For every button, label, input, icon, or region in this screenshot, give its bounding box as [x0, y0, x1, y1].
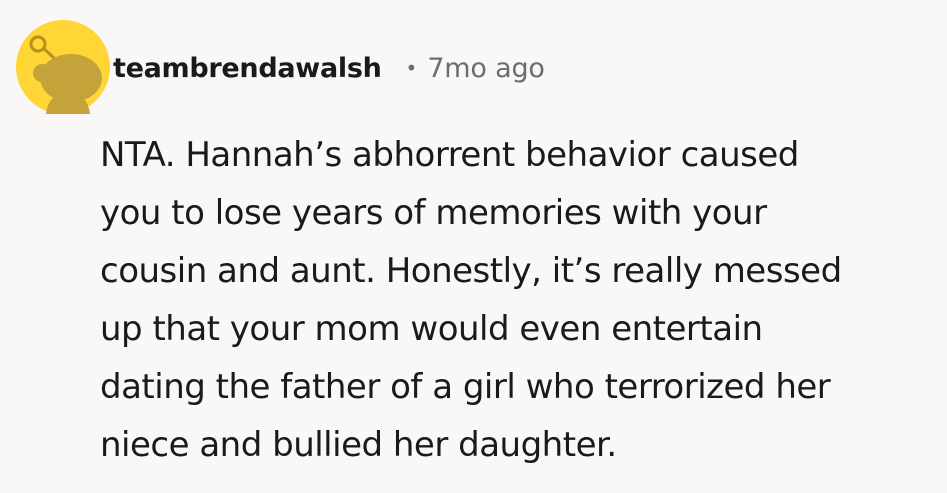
comment-body-line: niece and bullied her daughter.	[100, 425, 617, 465]
comment: teambrendawalsh • 7mo ago NTA. Hannah’s …	[0, 0, 947, 493]
comment-body-line: cousin and aunt. Honestly, it’s really m…	[100, 251, 842, 291]
comment-body: NTA. Hannah’s abhorrent behavior caused …	[100, 126, 930, 474]
comment-body-line: you to lose years of memories with your	[100, 193, 767, 233]
meta-separator: •	[405, 56, 418, 80]
username-link[interactable]: teambrendawalsh	[113, 53, 382, 84]
user-avatar[interactable]	[16, 20, 110, 114]
snoo-avatar-icon	[16, 20, 110, 114]
comment-body-line: dating the father of a girl who terroriz…	[100, 367, 831, 407]
comment-body-line: up that your mom would even entertain	[100, 309, 763, 349]
comment-timestamp[interactable]: 7mo ago	[427, 53, 545, 84]
comment-header: teambrendawalsh • 7mo ago	[113, 46, 545, 90]
comment-body-line: NTA. Hannah’s abhorrent behavior caused	[100, 135, 799, 175]
